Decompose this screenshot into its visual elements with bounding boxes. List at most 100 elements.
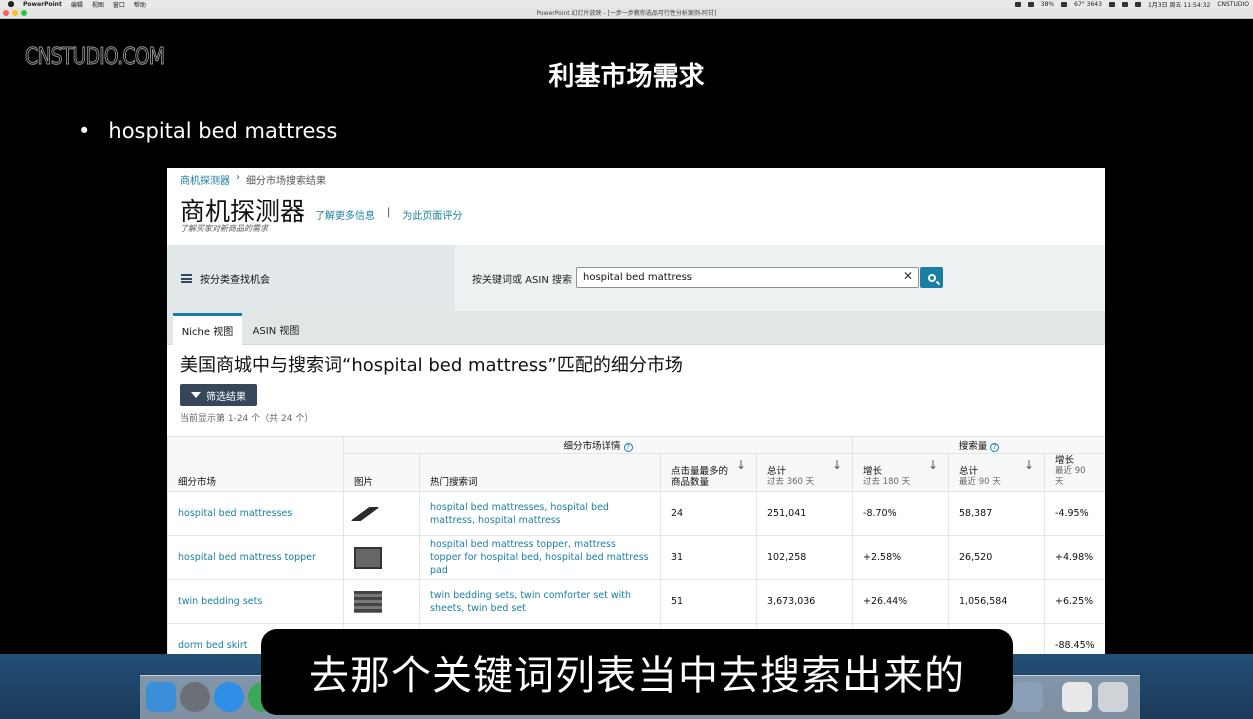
product-image: [343, 579, 420, 624]
topper-thumbnail: [354, 546, 382, 569]
tab-asin-view[interactable]: ASIN 视图: [244, 313, 308, 345]
zoom-window-button[interactable]: [21, 10, 27, 16]
table-row: twin bedding sets twin bedding sets, twi…: [167, 579, 1105, 624]
page-subtitle: 了解买家对新商品的需求: [180, 224, 268, 233]
breadcrumb: 商机探测器 › 细分市场搜索结果: [180, 172, 326, 187]
table-row: hospital bed mattresses hospital bed mat…: [167, 491, 1105, 536]
results-heading: 美国商城中与搜索词“hospital bed mattress”匹配的细分市场: [180, 355, 683, 376]
battery-percent: 38%: [1040, 0, 1055, 8]
breadcrumb-root-link[interactable]: 商机探测器: [180, 172, 230, 187]
total-360-cell: 102,258: [755, 535, 854, 580]
sort-arrow-icon[interactable]: ↓: [1024, 459, 1034, 471]
growth-180-sub: 过去 180 天: [863, 477, 911, 487]
video-caption: 去那个关键词列表当中去搜索出来的: [261, 629, 1013, 715]
help-icon[interactable]: ?: [990, 443, 1000, 452]
tab-niche-view[interactable]: Niche 视图: [173, 313, 242, 345]
clicked-products-cell: 51: [660, 579, 757, 624]
total-360-cell: 3,673,036: [755, 579, 854, 624]
column-header-growth-90[interactable]: 增长 最近 90 天: [1044, 453, 1105, 492]
total-90-sub: 最近 90 天: [959, 477, 1001, 487]
sort-arrow-icon[interactable]: ↓: [736, 459, 746, 471]
downloads-folder-icon[interactable]: [1062, 682, 1092, 712]
trash-icon[interactable]: [1098, 682, 1128, 712]
top-terms-cell[interactable]: twin bedding sets, twin comforter set wi…: [419, 579, 661, 624]
learn-more-link[interactable]: 了解更多信息: [315, 207, 375, 222]
close-window-button[interactable]: [3, 10, 9, 16]
wifi-icon[interactable]: [1108, 1, 1115, 7]
search-button[interactable]: [920, 267, 943, 288]
growth-90-cell: +6.25%: [1044, 579, 1105, 624]
growth-90-sub: 最近 90 天: [1055, 466, 1086, 487]
niche-link[interactable]: twin bedding sets: [167, 579, 344, 624]
rate-page-link[interactable]: 为此页面评分: [402, 207, 462, 222]
window-controls: [3, 10, 27, 16]
growth-180-cell: -8.70%: [852, 491, 950, 536]
growth-180-cell: +2.58%: [852, 535, 950, 580]
safari-icon[interactable]: [214, 682, 244, 712]
column-header-growth-180[interactable]: ↓ 增长 过去 180 天: [852, 453, 950, 492]
niche-link[interactable]: hospital bed mattress topper: [167, 535, 344, 580]
search-icon: [927, 273, 936, 282]
total-90-cell: 1,056,584: [948, 579, 1046, 624]
user-name[interactable]: CNSTUDIO: [1217, 1, 1249, 8]
page-links: 了解更多信息 | 为此页面评分: [315, 207, 462, 222]
top-terms-cell[interactable]: hospital bed mattresses, hospital bed ma…: [419, 491, 661, 536]
opportunity-explorer-screenshot: 商机探测器 › 细分市场搜索结果 商机探测器 了解更多信息 | 为此页面评分 了…: [167, 168, 1105, 654]
total-360-sub: 过去 360 天: [767, 477, 815, 487]
window-title-bar: PowerPoint 幻灯片放映 - [一步一步教你选品可行性分析案例-阿甘]: [0, 8, 1253, 19]
growth-180-cell: +26.44%: [852, 579, 950, 624]
mattress-thumbnail: [351, 506, 379, 521]
search-icon[interactable]: [1134, 1, 1141, 7]
preview-icon[interactable]: [1013, 682, 1043, 712]
results-count: 当前显示第 1-24 个（共 24 个）: [180, 414, 314, 424]
keyword-search-input[interactable]: hospital bed mattress: [576, 267, 919, 288]
finder-icon[interactable]: [146, 682, 176, 712]
minimize-window-button[interactable]: [12, 10, 18, 16]
top-terms-cell[interactable]: hospital bed mattress topper, mattress t…: [419, 535, 661, 580]
growth-90-cell: -4.95%: [1044, 491, 1105, 536]
slide-title: 利基市场需求: [548, 62, 705, 92]
help-icon[interactable]: ?: [623, 443, 633, 452]
column-header-top-terms: 热门搜索词: [419, 453, 661, 492]
clear-icon[interactable]: ✕: [903, 269, 913, 283]
clicked-products-cell: 24: [660, 491, 757, 536]
bullet-mark: •: [78, 119, 91, 143]
group-header-search-volume: 搜索量?: [852, 436, 1105, 454]
view-tabs: Niche 视图 ASIN 视图: [167, 311, 1105, 345]
keyword-search-label: 按关键词或 ASIN 搜索: [472, 275, 572, 286]
slide-bullet: • hospital bed mattress: [78, 119, 337, 143]
growth-180-label: 增长: [863, 466, 883, 477]
growth-90-label: 增长: [1055, 455, 1075, 466]
clicked-products-cell: 31: [660, 535, 757, 580]
cloud-icon[interactable]: [1027, 1, 1034, 7]
group-search-label: 搜索量: [958, 441, 988, 452]
group-header-details: 细分市场详情?: [342, 436, 854, 454]
column-header-clicked-products[interactable]: ↓ 点击量最多的商品数量: [660, 453, 757, 492]
funnel-icon: [191, 392, 201, 398]
clicked-products-label: 点击量最多的商品数量: [671, 466, 729, 488]
sort-arrow-icon[interactable]: ↓: [928, 459, 938, 471]
menu-app-name[interactable]: PowerPoint: [23, 1, 62, 8]
total-90-label: 总计: [959, 466, 979, 477]
wechat-icon[interactable]: [1014, 1, 1021, 7]
growth-90-cell: -88.45%: [1044, 623, 1105, 654]
breadcrumb-separator: ›: [236, 172, 240, 183]
column-header-total-360[interactable]: ↓ 总计 过去 360 天: [755, 453, 854, 492]
volume-icon[interactable]: [1121, 1, 1128, 7]
column-header-niche[interactable]: 细分市场: [167, 436, 344, 492]
niche-link[interactable]: hospital bed mattresses: [167, 491, 344, 536]
bedding-thumbnail: [354, 590, 382, 613]
launchpad-icon[interactable]: [180, 682, 210, 712]
screen: PowerPoint 编辑 视图 窗口 帮助 38% 67° 3643 1月3日…: [0, 0, 1253, 719]
weather-readout: 67° 3643: [1074, 0, 1102, 8]
category-search-button[interactable]: 按分类查找机会: [167, 245, 455, 311]
total-90-cell: 26,520: [948, 535, 1046, 580]
product-image: [343, 491, 420, 536]
total-360-label: 总计: [767, 466, 787, 477]
filter-results-button[interactable]: 筛选结果: [180, 384, 257, 406]
category-search-label: 按分类查找机会: [200, 274, 270, 286]
sort-arrow-icon[interactable]: ↓: [832, 459, 842, 471]
apple-icon[interactable]: [8, 1, 14, 7]
battery-icon[interactable]: [1061, 1, 1068, 7]
column-header-total-90[interactable]: ↓ 总计 最近 90 天: [948, 453, 1046, 492]
